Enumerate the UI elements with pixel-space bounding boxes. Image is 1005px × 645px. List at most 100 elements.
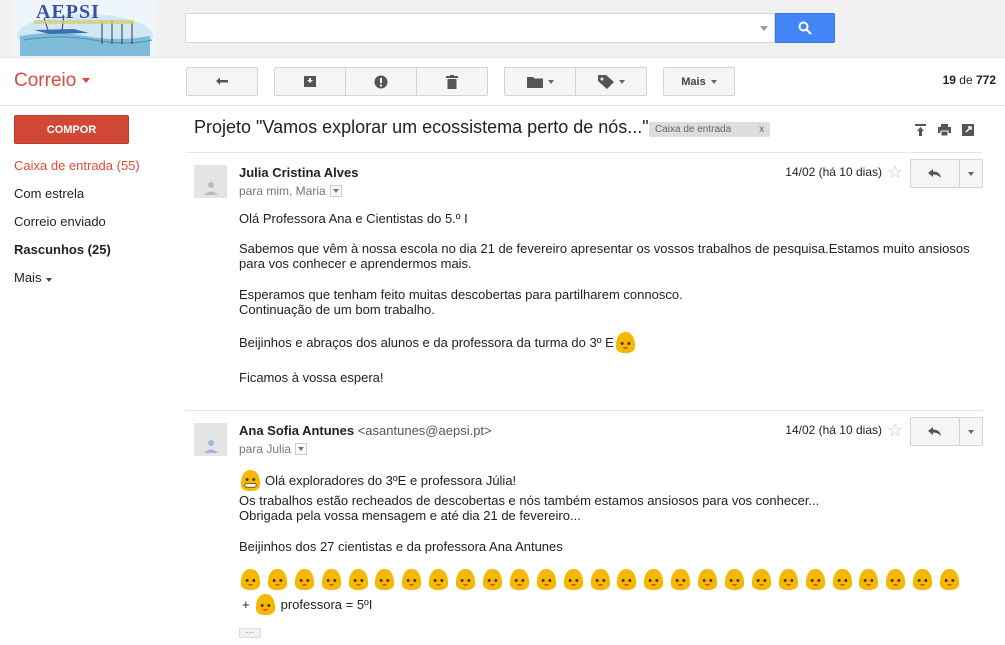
more-reply-options-button[interactable] [960, 159, 983, 188]
search-input[interactable] [186, 14, 774, 42]
body-line: para vos conhecer e aprendermos mais. [239, 256, 472, 271]
pager-total: 772 [975, 73, 996, 87]
smiling-face-emoji-icon [563, 568, 583, 591]
smiling-face-emoji-icon [509, 568, 529, 591]
body-line: + [242, 597, 250, 612]
reply-button[interactable] [910, 417, 960, 446]
report-spam-button[interactable] [345, 67, 417, 96]
sidebar-item-starred[interactable]: Com estrela [0, 184, 185, 212]
smiling-face-emoji-icon [429, 568, 449, 591]
smiling-face-emoji-icon [255, 593, 275, 616]
sender-name[interactable]: Julia Cristina Alves [239, 165, 358, 180]
avatar[interactable] [194, 165, 227, 198]
more-actions-label: Mais [681, 75, 706, 88]
sidebar-item-label: Rascunhos (25) [14, 242, 111, 257]
sidebar-nav: Caixa de entrada (55) Com estrela Correi… [0, 156, 185, 296]
labels-button[interactable] [575, 67, 647, 96]
star-icon[interactable]: ☆ [887, 162, 903, 183]
logo-text: AEPSI [36, 1, 100, 23]
smiling-face-emoji-icon [940, 568, 960, 591]
body-line: Beijinhos e abraços dos alunos e da prof… [239, 335, 614, 350]
sidebar-item-label: Com estrela [14, 186, 85, 201]
body-line: Beijinhos dos 27 cientistas e da profess… [239, 539, 563, 554]
move-to-button[interactable] [504, 67, 576, 96]
exclamation-icon [374, 75, 388, 88]
chevron-down-icon [968, 429, 974, 434]
message-body: Ficamos à vossa espera! [239, 370, 384, 385]
smiling-face-emoji-icon [267, 568, 287, 591]
back-arrow-icon [216, 77, 228, 85]
body-line: Obrigada pela vossa mensagem e até dia 2… [239, 508, 581, 523]
reply-button[interactable] [910, 159, 960, 188]
sidebar-item-label: Caixa de entrada (55) [14, 158, 140, 173]
show-trimmed-content-button[interactable]: ··· [239, 628, 261, 638]
recipients-text: para mim, Maria [239, 184, 326, 198]
smiling-face-emoji-icon [859, 568, 879, 591]
sidebar-item-label: Correio enviado [14, 214, 106, 229]
search-options-caret-icon[interactable] [760, 26, 768, 31]
recipients: para Julia [239, 442, 308, 456]
smiling-face-emoji-icon [751, 568, 772, 591]
body-line: Continuação de um bom trabalho. [239, 302, 435, 317]
emoji-row [239, 568, 961, 591]
recipients-text: para Julia [239, 442, 292, 456]
aepsi-logo[interactable]: AEPSI [14, 0, 156, 56]
chevron-down-icon [618, 79, 625, 84]
smiling-face-emoji-icon [615, 331, 635, 354]
person-icon [203, 182, 218, 195]
reply-icon [928, 168, 941, 178]
pager: 19 de 772 [943, 73, 996, 87]
smiling-face-emoji-icon [321, 568, 341, 591]
smiling-face-emoji-icon [805, 568, 825, 591]
message-body: Os trabalhos estão recheados de descober… [239, 493, 819, 523]
smiling-face-emoji-icon [294, 568, 314, 591]
smiling-face-emoji-icon [644, 568, 664, 591]
expand-all-icon[interactable] [913, 123, 928, 137]
archive-button[interactable] [274, 67, 346, 96]
label-chip-text: Caixa de entrada [655, 124, 732, 135]
chevron-down-icon [82, 78, 91, 84]
thread-subject: Projeto "Vamos explorar um ecossistema p… [194, 117, 649, 137]
body-line: Olá exploradores do 3ºE e professora Júl… [265, 473, 517, 488]
sender-name-text: Ana Sofia Antunes [239, 423, 355, 438]
sidebar-item-sent[interactable]: Correio enviado [0, 212, 185, 240]
smiling-face-emoji-icon [886, 568, 906, 591]
sidebar-item-drafts[interactable]: Rascunhos (25) [0, 240, 185, 268]
show-details-button[interactable] [295, 443, 308, 455]
compose-button[interactable]: COMPOR [14, 115, 129, 144]
open-in-new-window-icon[interactable] [961, 123, 976, 137]
smiling-face-emoji-icon [482, 568, 503, 591]
sidebar-item-more[interactable]: Mais [0, 268, 185, 296]
avatar[interactable] [194, 423, 227, 456]
more-actions-button[interactable]: Mais [663, 67, 735, 96]
recipients: para mim, Maria [239, 184, 342, 198]
top-bar: AEPSI [0, 0, 1005, 58]
inbox-label-chip[interactable]: Caixa de entrada x [649, 122, 771, 137]
chevron-down-icon [710, 79, 717, 84]
app-switcher[interactable]: Correio [14, 70, 91, 92]
reply-button-group [910, 417, 983, 446]
show-details-button[interactable] [329, 185, 342, 197]
folder-icon [526, 76, 543, 88]
sidebar-item-inbox[interactable]: Caixa de entrada (55) [0, 156, 185, 184]
sender-name[interactable]: Ana Sofia Antunes <asantunes@aepsi.pt> [239, 423, 492, 438]
chevron-down-icon [547, 79, 554, 84]
reply-icon [928, 426, 941, 436]
divider [186, 410, 982, 411]
search-button[interactable] [775, 13, 835, 43]
chevron-down-icon [46, 278, 53, 282]
body-line: Ficamos à vossa espera! [239, 370, 384, 385]
print-icon[interactable] [937, 123, 952, 137]
star-icon[interactable]: ☆ [887, 420, 903, 441]
message-body: Esperamos que tenham feito muitas descob… [239, 287, 683, 317]
smiling-face-emoji-icon [913, 568, 933, 591]
remove-label-button[interactable]: x [759, 122, 764, 137]
app-title: Correio [14, 70, 77, 91]
back-button[interactable] [186, 67, 258, 96]
sidebar-item-label: Mais [14, 270, 42, 285]
delete-button[interactable] [416, 67, 488, 96]
message-body: Olá Professora Ana e Cientistas do 5.º I [239, 211, 468, 226]
sender-email: <asantunes@aepsi.pt> [357, 423, 492, 438]
body-line: Esperamos que tenham feito muitas descob… [239, 287, 683, 302]
more-reply-options-button[interactable] [960, 417, 983, 446]
